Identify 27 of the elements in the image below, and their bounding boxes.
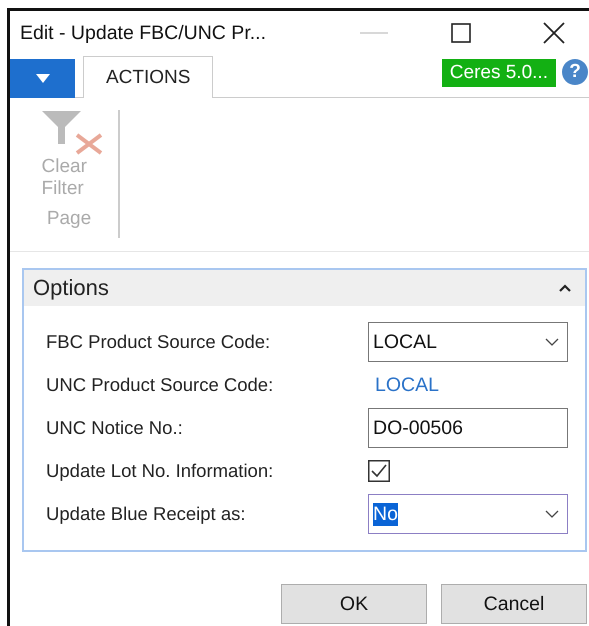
- field-label: UNC Notice No.:: [46, 417, 184, 439]
- value-link[interactable]: LOCAL: [368, 374, 439, 396]
- chevron-down-icon: [545, 510, 559, 518]
- group-label: Page: [46, 208, 92, 230]
- dropdown-field[interactable]: LOCAL: [368, 322, 568, 362]
- cancel-button[interactable]: Cancel: [441, 584, 587, 624]
- checkbox[interactable]: [368, 460, 390, 482]
- input-field[interactable]: DO-00506: [368, 408, 568, 448]
- help-button[interactable]: ?: [562, 59, 588, 85]
- section-title: Options: [33, 275, 109, 301]
- ok-button[interactable]: OK: [281, 584, 427, 624]
- collapse-icon[interactable]: [559, 284, 571, 292]
- menu-button[interactable]: [10, 59, 75, 98]
- maximize-icon[interactable]: [451, 23, 471, 43]
- field-label: UNC Product Source Code:: [46, 374, 274, 396]
- section-header[interactable]: Options: [24, 270, 585, 306]
- version-badge: Ceres 5.0...: [442, 59, 556, 87]
- chevron-down-icon: [545, 338, 559, 346]
- clear-filter-icon: [40, 110, 104, 156]
- close-icon[interactable]: [543, 22, 565, 44]
- window-title: Edit - Update FBC/UNC Pr...: [19, 22, 267, 44]
- caret-icon: [36, 74, 50, 83]
- field-label: Update Lot No. Information:: [46, 460, 274, 482]
- tab[interactable]: ACTIONS: [83, 56, 214, 98]
- field-label: Update Blue Receipt as:: [46, 503, 247, 525]
- dropdown-field[interactable]: No: [368, 494, 568, 534]
- field-label: FBC Product Source Code:: [46, 331, 272, 353]
